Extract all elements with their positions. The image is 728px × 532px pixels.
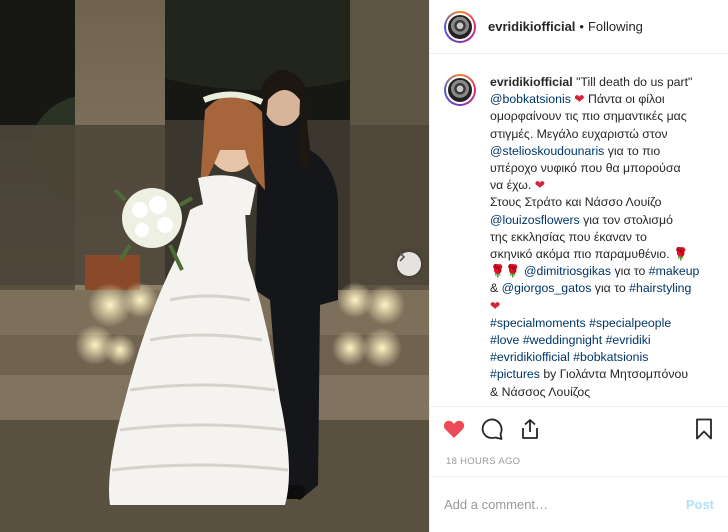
caption-line: για το [594,281,626,296]
comment-box: Post [430,476,728,532]
caption-line: για τον στολισμό [583,212,673,227]
next-photo-button[interactable] [397,252,421,276]
caption-text: evridikiofficial "Till death do us part"… [490,74,714,401]
caption-quote: "Till death do us part" [576,75,693,89]
mention-stelioskoudounaris[interactable]: @stelioskoudounaris [490,144,604,158]
rose-emoji-icon: 🌹 [672,247,689,262]
caption-line: της εκκλησίας που έκαναν το [490,229,647,244]
comment-input[interactable] [444,497,686,512]
post-sidebar: evridikiofficial • Following evridikioff… [429,0,728,532]
post-photo[interactable] [0,0,429,532]
mention-dimitriosgikas[interactable]: @dimitriosgikas [524,264,611,278]
caption: evridikiofficial "Till death do us part"… [444,74,714,401]
caption-line: & Νάσσος Λουίζος [490,384,591,399]
hashtag-makeup[interactable]: #makeup [649,264,700,278]
hashtag-specialmoments[interactable]: #specialmoments [490,316,586,330]
caption-line: ομορφαίνουν τις πιο σημαντικές μας [490,109,687,124]
caption-line: στιγμές. Μεγάλο ευχαριστώ στον [490,126,668,141]
following-button[interactable]: Following [588,19,643,34]
caption-line: για το πιο [607,143,661,158]
chevron-right-icon [399,252,406,262]
caption-line: να έχω. [490,178,532,193]
caption-avatar[interactable] [444,74,476,106]
header-username[interactable]: evridikiofficial [488,19,575,34]
mention-bobkatsionis[interactable]: @bobkatsionis [490,92,571,106]
avatar[interactable] [444,10,476,43]
hashtag-evridikiofficial[interactable]: #evridikiofficial [490,350,570,364]
caption-line: Πάντα οι φίλοι [588,92,665,107]
hashtag-hairstyling[interactable]: #hairstyling [629,281,691,295]
hashtag-evridiki[interactable]: #evridiki [606,333,651,347]
hashtag-weddingnight[interactable]: #weddingnight [523,333,602,347]
caption-line: υπέροχο νυφικό που θα μπορούσα [490,161,681,176]
post-button[interactable]: Post [686,497,714,512]
heart-emoji-icon: ❤ [490,298,501,313]
hashtag-bobkatsionis[interactable]: #bobkatsionis [573,350,648,364]
comments-area: evridikiofficial "Till death do us part"… [430,54,728,406]
instagram-post: evridikiofficial • Following evridikioff… [0,0,728,532]
comment-icon[interactable] [480,417,504,441]
rose-emoji-icon: 🌹🌹 [490,264,521,279]
separator-dot: • [579,19,584,34]
wedding-photo-illustration [0,0,429,532]
caption-line: by Γιολάντα Μητσομπόνου [543,367,689,382]
hashtag-pictures[interactable]: #pictures [490,367,540,381]
caption-username[interactable]: evridikiofficial [490,75,573,89]
share-icon[interactable] [518,417,542,441]
caption-line: & [490,281,499,296]
heart-emoji-icon: ❤ [534,178,546,193]
mention-giorgos-gatos[interactable]: @giorgos_gatos [502,281,592,295]
hashtag-specialpeople[interactable]: #specialpeople [589,316,671,330]
post-timestamp[interactable]: 18 HOURS AGO [430,450,728,476]
post-header: evridikiofficial • Following [430,0,728,54]
caption-line: Στους Στράτο και Νάσσο Λουίζο [490,195,662,210]
caption-line: σκηνικό ακόμα πιο παραμυθένιο. [490,247,670,262]
bookmark-icon[interactable] [692,417,716,441]
hashtag-love[interactable]: #love [490,333,519,347]
caption-line: για το [614,264,646,279]
mention-louizosflowers[interactable]: @louizosflowers [490,213,580,227]
heart-emoji-icon: ❤ [574,92,585,107]
heart-icon[interactable] [442,417,466,441]
action-bar [430,406,728,450]
